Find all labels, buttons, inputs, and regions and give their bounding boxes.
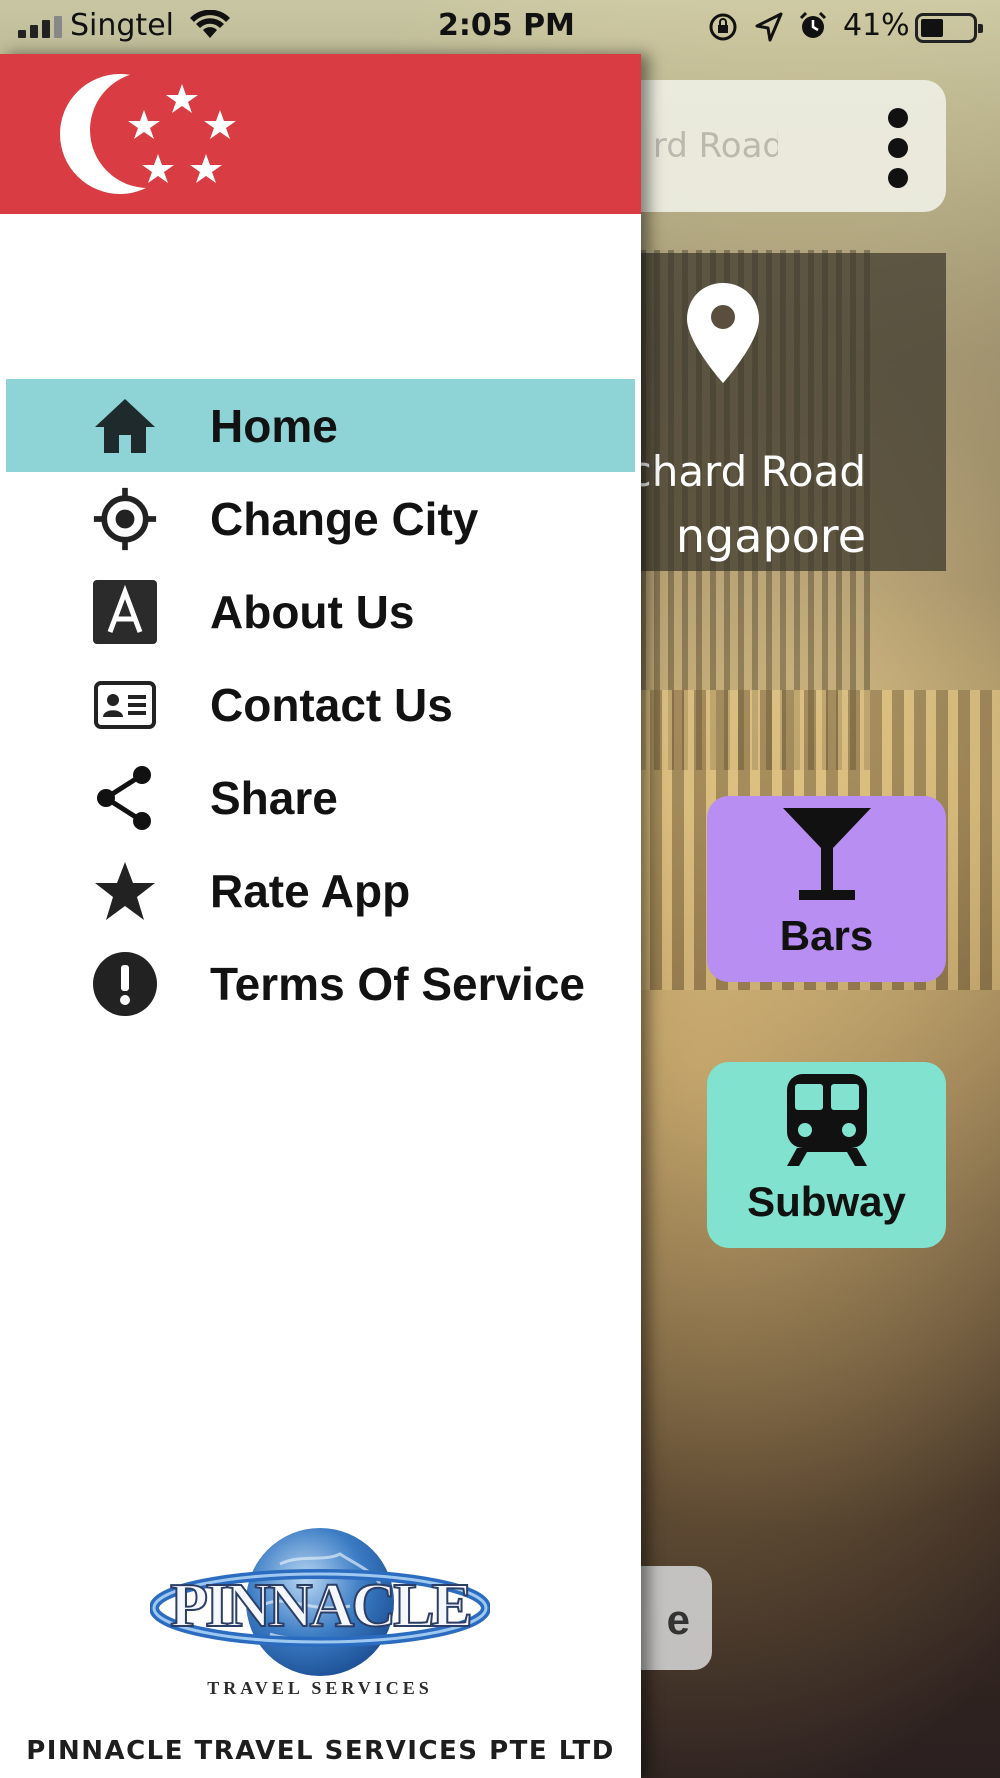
logo-text: PINNACLE (170, 1572, 470, 1640)
pinnacle-logo: PINNACLE TRAVEL SERVICES (150, 1528, 490, 1698)
battery-icon (915, 13, 983, 43)
signal-strength-icon (18, 16, 66, 38)
exclamation-icon (92, 951, 158, 1017)
alarm-icon (799, 11, 827, 38)
location-services-icon (755, 12, 783, 42)
menu-label-share: Share (210, 771, 338, 824)
menu-item-about-us[interactable]: About Us (6, 565, 635, 658)
menu-item-rate-app[interactable]: Rate App (6, 844, 635, 937)
menu-label-contact-us: Contact Us (210, 678, 453, 731)
status-bar: Singtel 2:05 PM 41% (0, 0, 1000, 54)
drawer-menu: Home Change City About Us Contact Us Sha… (6, 379, 635, 1030)
location-pin-icon (687, 283, 759, 383)
share-icon (92, 765, 158, 831)
carrier-name: Singtel (70, 8, 174, 43)
status-time: 2:05 PM (438, 8, 575, 43)
subway-tile[interactable]: Subway (707, 1062, 946, 1248)
location-city: ngapore (675, 509, 866, 563)
menu-item-contact-us[interactable]: Contact Us (6, 658, 635, 751)
bottom-action-label: e (666, 1596, 690, 1643)
menu-label-change-city: Change City (210, 492, 479, 545)
location-card[interactable]: chard Road ngapore (610, 253, 946, 571)
star-icon (92, 858, 158, 924)
crosshair-icon (92, 486, 158, 552)
cocktail-icon (783, 808, 871, 900)
rotation-lock-icon (709, 13, 737, 41)
menu-label-about-us: About Us (210, 585, 415, 638)
company-name: PINNACLE TRAVEL SERVICES PTE LTD (26, 1736, 615, 1766)
bars-tile[interactable]: Bars (707, 796, 946, 982)
menu-item-change-city[interactable]: Change City (6, 472, 635, 565)
bars-label: Bars (779, 912, 874, 959)
navigation-drawer: Home Change City About Us Contact Us Sha… (0, 54, 641, 1778)
letter-a-icon (92, 579, 158, 645)
subway-label: Subway (747, 1178, 906, 1225)
menu-item-home[interactable]: Home (6, 379, 635, 472)
wifi-icon (190, 10, 230, 38)
battery-percent: 41% (843, 8, 910, 43)
logo-subtext: TRAVEL SERVICES (207, 1678, 433, 1698)
menu-item-share[interactable]: Share (6, 751, 635, 844)
search-input-text: rd Road (652, 126, 778, 166)
menu-label-home: Home (210, 399, 338, 452)
home-icon (92, 393, 158, 459)
train-icon (787, 1074, 867, 1166)
menu-label-rate-app: Rate App (210, 864, 411, 917)
menu-item-terms-of-service[interactable]: Terms Of Service (6, 937, 635, 1030)
search-bar[interactable]: rd Road (610, 80, 946, 212)
singapore-crescent-stars-icon (60, 72, 236, 194)
contact-card-icon (92, 672, 158, 738)
menu-label-terms-of-service: Terms Of Service (210, 957, 586, 1010)
drawer-header (0, 54, 641, 214)
location-street: chard Road (628, 447, 866, 496)
more-options-icon[interactable] (872, 108, 924, 188)
